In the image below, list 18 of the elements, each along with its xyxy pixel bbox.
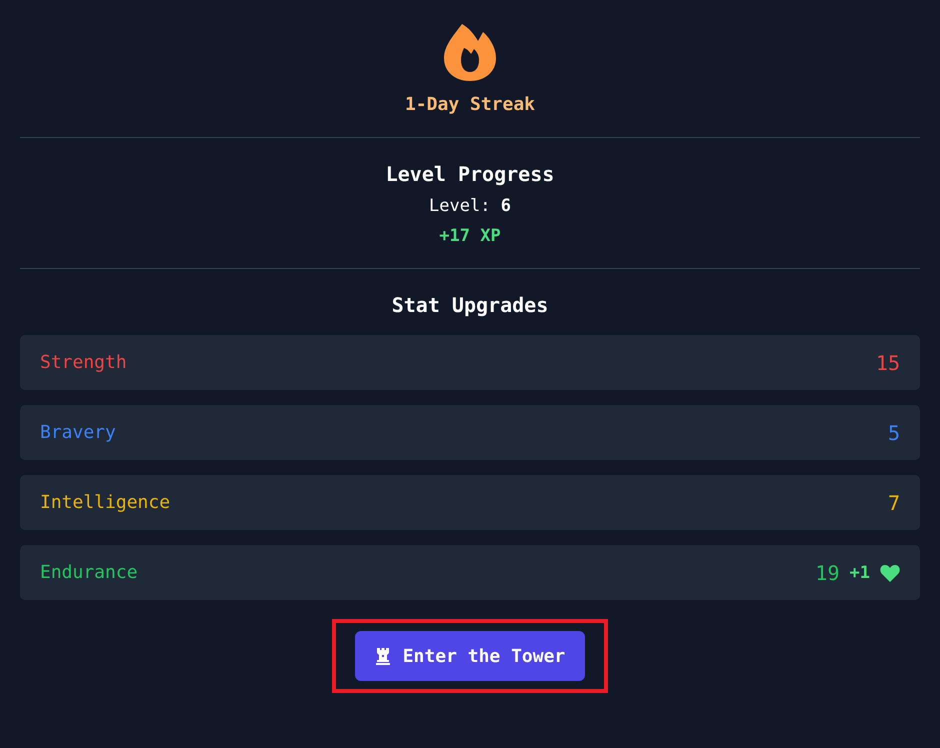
- stat-name: Bravery: [40, 422, 116, 443]
- flame-icon: [443, 22, 497, 82]
- level-text: Level: 6: [429, 196, 511, 216]
- section-title: Stat Upgrades: [392, 293, 548, 317]
- stat-bonus: +1: [850, 562, 870, 582]
- stat-value: 7: [888, 490, 900, 514]
- section-title: Level Progress: [386, 162, 554, 186]
- xp-text: +17 XP: [439, 226, 501, 246]
- stat-name: Endurance: [40, 562, 138, 583]
- stat-name: Intelligence: [40, 492, 170, 513]
- rook-icon: [374, 647, 391, 665]
- stat-value: 19: [815, 560, 840, 584]
- stat-value: 15: [876, 350, 900, 374]
- enter-tower-button[interactable]: Enter the Tower: [354, 631, 586, 681]
- stat-value: 5: [888, 420, 900, 444]
- stat-name: Strength: [40, 352, 127, 373]
- streak-label: 1-Day Streak: [404, 94, 536, 115]
- heart-icon: [880, 564, 900, 582]
